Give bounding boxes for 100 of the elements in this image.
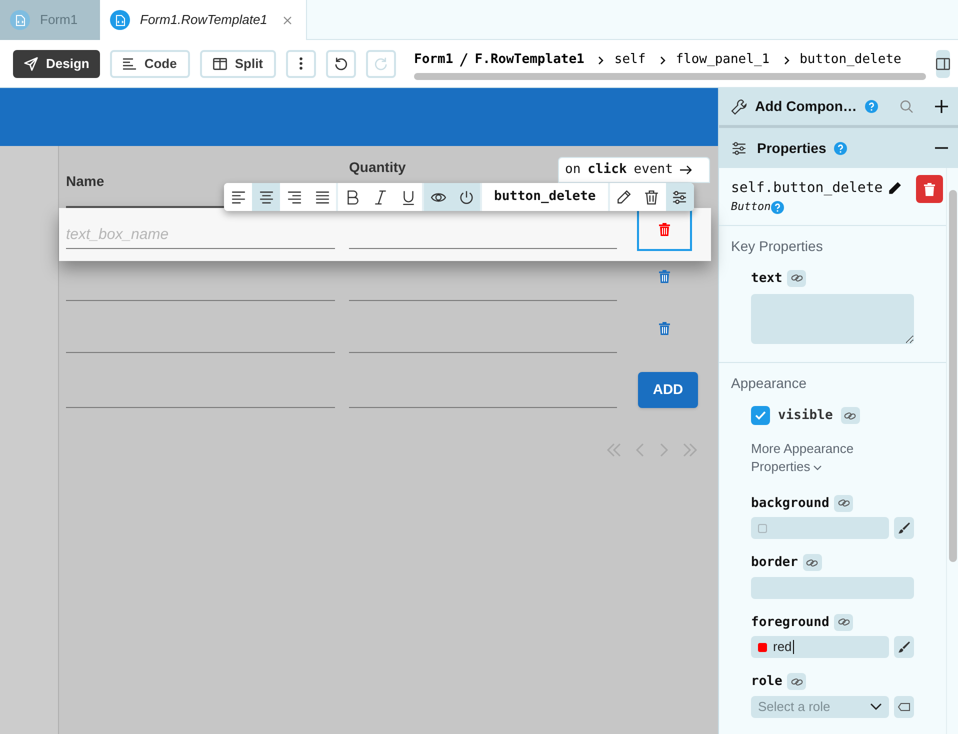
lines-icon — [123, 58, 136, 70]
italic-icon — [372, 190, 388, 204]
column-header: Name — [66, 173, 104, 189]
chevron-icon — [660, 56, 666, 64]
help-icon[interactable] — [864, 100, 878, 113]
justify-button[interactable] — [308, 183, 336, 211]
arrow-icon — [680, 165, 692, 175]
chevron-icon — [598, 56, 604, 64]
property-label: text — [751, 270, 782, 288]
next-page-icon — [659, 443, 669, 457]
undo-button[interactable] — [326, 50, 356, 78]
align-center-icon — [258, 190, 274, 204]
previous-page-icon — [635, 443, 645, 457]
panel-title: Add Compon… — [755, 97, 857, 116]
breadcrumb-separator: / — [459, 49, 469, 71]
trash-button[interactable] — [638, 183, 666, 211]
binding-icon[interactable] — [834, 494, 854, 512]
columns-icon — [212, 58, 227, 70]
sliders-icon — [672, 190, 688, 204]
brush-icon — [898, 641, 910, 653]
mode-button[interactable]: Code — [110, 50, 190, 78]
chevron-icon — [784, 56, 790, 64]
bold-icon — [344, 190, 360, 204]
sliders-icon — [731, 140, 747, 156]
brush-icon — [898, 522, 910, 534]
trash-icon — [644, 190, 660, 204]
property-label: background — [751, 494, 830, 512]
search-icon[interactable] — [900, 100, 913, 113]
binding-icon[interactable] — [834, 614, 854, 631]
power-icon — [458, 190, 474, 204]
help-icon[interactable] — [770, 200, 784, 214]
checkbox[interactable] — [751, 406, 770, 426]
file-icon — [10, 10, 30, 30]
color-field[interactable] — [751, 517, 889, 539]
trash-icon — [658, 270, 670, 282]
pencil-icon — [616, 190, 632, 204]
undo-icon — [334, 56, 348, 70]
align-right-button[interactable] — [280, 183, 308, 211]
align-left-button[interactable] — [224, 183, 252, 211]
panel-title: Properties — [757, 138, 826, 158]
binding-icon[interactable] — [802, 554, 822, 572]
more-button[interactable] — [286, 50, 316, 78]
chevron-down-icon — [813, 464, 822, 470]
text-field[interactable] — [751, 576, 914, 598]
delete-button[interactable] — [916, 175, 943, 203]
breadcrumb-link[interactable]: F.RowTemplate1 — [474, 50, 584, 70]
pencil-button[interactable] — [610, 183, 638, 211]
align-right-icon — [286, 190, 302, 204]
scrollbar[interactable] — [414, 73, 926, 80]
property-label: foreground — [751, 614, 830, 632]
breadcrumb-link[interactable]: button_delete — [800, 50, 902, 70]
section-title: Appearance — [731, 374, 808, 393]
mode-button[interactable]: Design — [13, 50, 100, 78]
add-button[interactable]: ADD — [638, 372, 698, 408]
trash-icon — [658, 322, 670, 334]
align-left-icon — [230, 190, 246, 204]
trash-icon — [658, 223, 670, 236]
binding-icon[interactable] — [840, 407, 860, 424]
panel-toggle-button[interactable] — [936, 50, 950, 78]
text-field[interactable]: text_box_name — [66, 221, 335, 249]
sliders-button[interactable] — [666, 183, 694, 211]
help-icon[interactable] — [834, 142, 848, 154]
chevron-down-icon — [870, 703, 882, 710]
property-label: role — [751, 673, 782, 691]
component-name: button_delete — [493, 188, 597, 206]
justify-icon — [314, 190, 330, 204]
underline-button[interactable] — [394, 183, 422, 211]
mode-button[interactable]: Split — [200, 50, 276, 78]
event-link[interactable]: on click event — [558, 157, 710, 183]
wrench-icon — [731, 98, 747, 114]
panel-toggle-icon — [936, 58, 950, 70]
breadcrumb-link[interactable]: self — [614, 50, 646, 70]
more-icon — [299, 57, 304, 70]
file-icon — [110, 10, 130, 30]
eye-button[interactable] — [424, 183, 452, 211]
redo-icon — [374, 56, 388, 70]
trash-icon — [924, 182, 935, 196]
more-properties-link[interactable]: More Appearance Properties — [731, 440, 881, 476]
binding-icon[interactable] — [787, 270, 806, 287]
pencil-icon[interactable] — [886, 181, 902, 196]
tag-icon — [898, 702, 910, 710]
breadcrumb-link[interactable]: Form1 — [414, 50, 454, 70]
power-button[interactable] — [452, 183, 480, 211]
underline-icon — [400, 190, 416, 204]
bold-button[interactable] — [338, 183, 366, 211]
tag-button[interactable] — [894, 696, 914, 718]
paper-plane-icon — [24, 56, 38, 70]
align-center-button[interactable] — [252, 183, 280, 211]
binding-icon[interactable] — [787, 673, 806, 690]
color-picker-button[interactable] — [894, 517, 914, 539]
close-icon[interactable] — [283, 16, 292, 24]
color-field[interactable]: red — [751, 636, 889, 658]
color-picker-button[interactable] — [894, 636, 914, 658]
scrollbar[interactable] — [949, 190, 957, 562]
component-name: self.button_delete — [731, 179, 883, 198]
section-title: Key Properties — [731, 236, 824, 256]
tab[interactable]: Form1.RowTemplate1 — [100, 0, 308, 40]
check-icon — [755, 411, 766, 420]
add-icon[interactable] — [935, 100, 948, 113]
breadcrumb-link[interactable]: flow_panel_1 — [676, 50, 770, 70]
